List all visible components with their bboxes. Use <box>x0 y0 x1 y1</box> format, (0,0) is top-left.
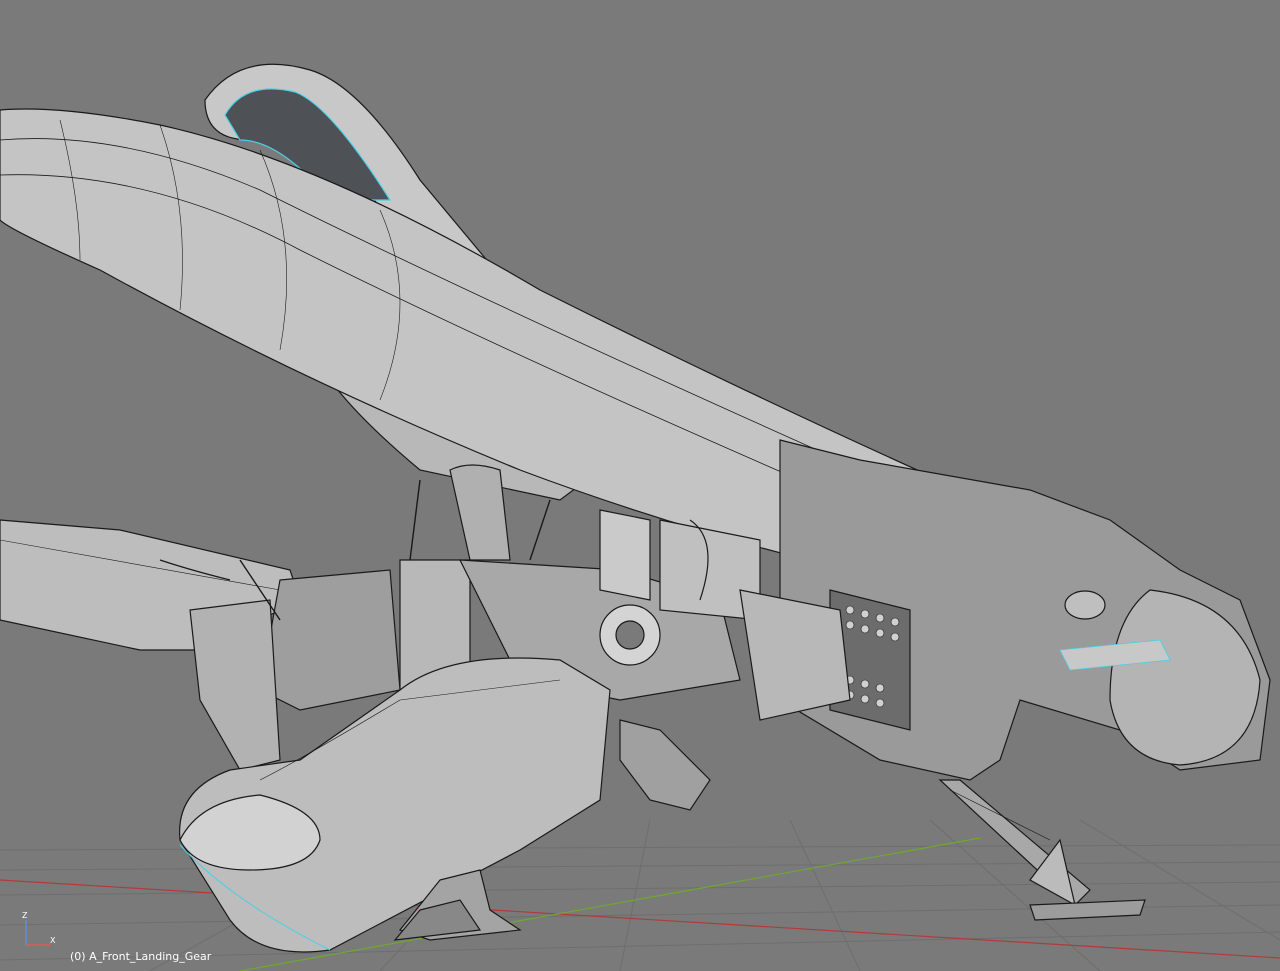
z-axis-label: Z <box>22 911 28 920</box>
rear-landing-strut <box>938 779 1146 921</box>
engine-section <box>779 439 1271 781</box>
active-object-label: (0) A_Front_Landing_Gear <box>70 950 212 963</box>
axis-gizmo: Z X <box>20 910 60 950</box>
3d-viewport[interactable]: Z X (0) A_Front_Landing_Gear <box>0 0 1280 971</box>
x-axis-label: X <box>50 936 56 945</box>
